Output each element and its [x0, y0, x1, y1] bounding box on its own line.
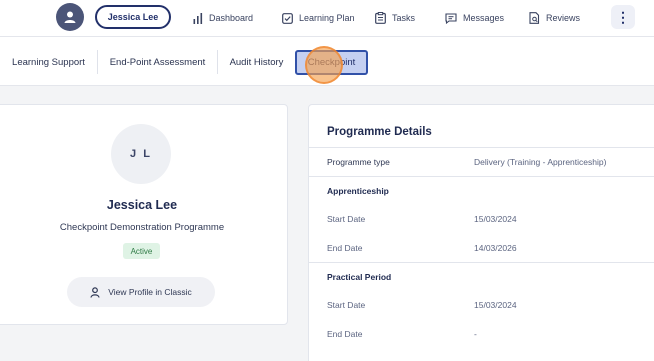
- tab-end-point-assessment[interactable]: End-Point Assessment: [98, 50, 218, 74]
- nav-tasks-label: Tasks: [392, 13, 416, 23]
- nav-learning-plan[interactable]: Learning Plan: [282, 10, 355, 26]
- practical-period-end-row: End Date -: [309, 320, 654, 348]
- checkbox-icon: [282, 12, 293, 24]
- chat-icon: [445, 12, 457, 24]
- tab-audit-history[interactable]: Audit History: [218, 50, 295, 74]
- practical-period-start-row: Start Date 15/03/2024: [309, 291, 654, 319]
- programme-type-label: Programme type: [327, 157, 390, 167]
- bar-chart-icon: [193, 12, 203, 24]
- apprenticeship-end-row: End Date 14/03/2026: [309, 234, 654, 262]
- profile-programme: Checkpoint Demonstration Programme: [59, 222, 225, 233]
- practical-period-end-value: -: [474, 329, 477, 339]
- user-name-button[interactable]: Jessica Lee: [95, 5, 171, 29]
- apprenticeship-end-value: 14/03/2026: [474, 243, 517, 253]
- user-avatar-icon[interactable]: [56, 3, 84, 31]
- avatar: J L: [111, 124, 171, 184]
- apprenticeship-start-label: Start Date: [327, 214, 366, 224]
- nav-tasks[interactable]: Tasks: [375, 10, 415, 26]
- practical-period-start-value: 15/03/2024: [474, 300, 517, 310]
- nav-reviews[interactable]: Reviews: [529, 10, 580, 26]
- apprenticeship-end-label: End Date: [327, 243, 363, 253]
- practical-period-heading: Practical Period: [327, 272, 392, 282]
- tab-learning-support[interactable]: Learning Support: [0, 50, 98, 74]
- view-profile-button[interactable]: View Profile in Classic: [67, 277, 215, 307]
- document-search-icon: [529, 12, 540, 24]
- programme-type-value: Delivery (Training - Apprenticeship): [474, 157, 607, 167]
- programme-type-row: Programme type Delivery (Training - Appr…: [309, 148, 654, 176]
- user-icon: [90, 286, 100, 298]
- nav-dashboard[interactable]: Dashboard: [193, 10, 253, 26]
- profile-name: Jessica Lee: [106, 198, 178, 212]
- click-indicator: [305, 46, 343, 84]
- status-badge: Active: [123, 243, 160, 259]
- top-navigation: Jessica Lee Dashboard Learning Plan Task…: [0, 0, 654, 36]
- practical-period-start-label: Start Date: [327, 300, 366, 310]
- apprenticeship-start-row: Start Date 15/03/2024: [309, 205, 654, 233]
- practical-period-heading-row: Practical Period: [309, 263, 654, 291]
- nav-dashboard-label: Dashboard: [209, 13, 254, 23]
- nav-reviews-label: Reviews: [546, 13, 581, 23]
- apprenticeship-start-value: 15/03/2024: [474, 214, 517, 224]
- nav-messages-label: Messages: [463, 13, 505, 23]
- view-profile-label: View Profile in Classic: [108, 287, 192, 297]
- apprenticeship-heading-row: Apprenticeship: [309, 177, 654, 205]
- profile-card: J L Jessica Lee Checkpoint Demonstration…: [0, 104, 288, 325]
- programme-details-title: Programme Details: [327, 126, 432, 138]
- practical-period-end-label: End Date: [327, 329, 363, 339]
- nav-messages[interactable]: Messages: [445, 10, 504, 26]
- kebab-icon[interactable]: ⋮: [611, 5, 635, 29]
- clipboard-icon: [375, 12, 386, 24]
- apprenticeship-heading: Apprenticeship: [327, 186, 389, 196]
- nav-learning-plan-label: Learning Plan: [299, 13, 355, 23]
- programme-details-card: Programme Details Programme type Deliver…: [308, 104, 654, 361]
